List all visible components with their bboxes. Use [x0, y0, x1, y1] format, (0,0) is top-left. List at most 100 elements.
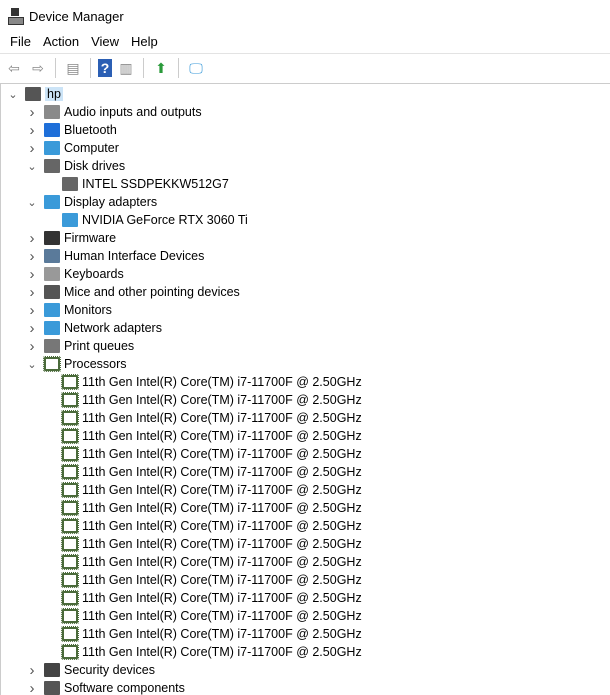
toolbar-divider [90, 58, 91, 78]
tree-device[interactable]: 11th Gen Intel(R) Core(TM) i7-11700F @ 2… [44, 571, 362, 589]
tree-item-label: 11th Gen Intel(R) Core(TM) i7-11700F @ 2… [82, 447, 362, 461]
tree-device[interactable]: 11th Gen Intel(R) Core(TM) i7-11700F @ 2… [44, 499, 362, 517]
scan-hardware-icon[interactable]: 🖵 [186, 58, 206, 78]
speaker-icon [44, 105, 60, 119]
tree-category[interactable]: ⌄ Disk drives [26, 157, 125, 175]
tree-item-label: Computer [64, 141, 119, 155]
tree-item-label: Security devices [64, 663, 156, 677]
tree-category[interactable]: ⌄ Processors [26, 355, 127, 373]
network-icon [44, 321, 60, 335]
tree-device[interactable]: 11th Gen Intel(R) Core(TM) i7-11700F @ 2… [44, 427, 362, 445]
disk-drive-icon [44, 159, 60, 173]
tree-item-label: Audio inputs and outputs [64, 105, 202, 119]
processor-icon [61, 518, 79, 534]
tree-item-label: 11th Gen Intel(R) Core(TM) i7-11700F @ 2… [82, 483, 362, 497]
tree-category[interactable]: › Network adapters [26, 319, 162, 337]
tree-device[interactable]: 11th Gen Intel(R) Core(TM) i7-11700F @ 2… [44, 589, 362, 607]
tree-category[interactable]: ⌄ Display adapters [26, 193, 157, 211]
collapse-chevron-icon[interactable]: ⌄ [26, 358, 38, 371]
tree-item-label: NVIDIA GeForce RTX 3060 Ti [82, 213, 248, 227]
tree-category[interactable]: › Mice and other pointing devices [26, 283, 240, 301]
menu-view[interactable]: View [85, 32, 125, 52]
tree-item-label: Monitors [64, 303, 112, 317]
expand-chevron-icon[interactable]: › [26, 230, 38, 247]
collapse-chevron-icon[interactable]: ⌄ [26, 160, 38, 173]
tree-device[interactable]: 11th Gen Intel(R) Core(TM) i7-11700F @ 2… [44, 535, 362, 553]
tree-category[interactable]: › Keyboards [26, 265, 124, 283]
properties-icon[interactable]: ▥ [116, 58, 136, 78]
processor-icon [61, 446, 79, 462]
menu-action[interactable]: Action [37, 32, 85, 52]
back-icon[interactable]: ⇦ [4, 58, 24, 78]
show-hide-console-tree-icon[interactable]: ▤ [63, 58, 83, 78]
menu-file[interactable]: File [4, 32, 37, 52]
expand-chevron-icon[interactable]: › [26, 122, 38, 139]
expand-chevron-icon[interactable]: › [26, 140, 38, 157]
expand-chevron-icon[interactable]: › [26, 320, 38, 337]
tree-item-label: Print queues [64, 339, 135, 353]
expand-chevron-icon[interactable]: › [26, 266, 38, 283]
display-adapter-icon [44, 195, 60, 209]
tree-category[interactable]: › Firmware [26, 229, 117, 247]
tree-device[interactable]: 11th Gen Intel(R) Core(TM) i7-11700F @ 2… [44, 373, 362, 391]
processor-icon [61, 536, 79, 552]
menu-help[interactable]: Help [125, 32, 164, 52]
processor-icon [61, 410, 79, 426]
tree-item-label: Mice and other pointing devices [64, 285, 240, 299]
tree-item-label: 11th Gen Intel(R) Core(TM) i7-11700F @ 2… [82, 537, 362, 551]
tree-category[interactable]: › Security devices [26, 661, 156, 679]
tree-device[interactable]: 11th Gen Intel(R) Core(TM) i7-11700F @ 2… [44, 517, 362, 535]
tree-device[interactable]: 11th Gen Intel(R) Core(TM) i7-11700F @ 2… [44, 391, 362, 409]
monitor-icon [44, 303, 60, 317]
toolbar-divider [55, 58, 56, 78]
tree-item-label: Display adapters [64, 195, 158, 209]
computer-icon [44, 141, 60, 155]
expand-chevron-icon[interactable]: › [26, 302, 38, 319]
processor-icon [61, 608, 79, 624]
tree-item-label: 11th Gen Intel(R) Core(TM) i7-11700F @ 2… [82, 375, 362, 389]
tree-category[interactable]: › Human Interface Devices [26, 247, 205, 265]
expand-chevron-icon[interactable]: › [26, 662, 38, 679]
tree-device[interactable]: NVIDIA GeForce RTX 3060 Ti [44, 211, 248, 229]
tree-device[interactable]: 11th Gen Intel(R) Core(TM) i7-11700F @ 2… [44, 463, 362, 481]
tree-device[interactable]: 11th Gen Intel(R) Core(TM) i7-11700F @ 2… [44, 553, 362, 571]
tree-category[interactable]: › Monitors [26, 301, 112, 319]
tree-device[interactable]: 11th Gen Intel(R) Core(TM) i7-11700F @ 2… [44, 481, 362, 499]
tree-item-label: 11th Gen Intel(R) Core(TM) i7-11700F @ 2… [82, 411, 362, 425]
display-adapter-icon [62, 213, 78, 227]
update-driver-icon[interactable]: ⬆ [151, 58, 171, 78]
tree-device[interactable]: 11th Gen Intel(R) Core(TM) i7-11700F @ 2… [44, 409, 362, 427]
device-tree[interactable]: ⌄ hp › Audio inputs and outputs › Bluetooth › C… [0, 83, 610, 695]
tree-device[interactable]: INTEL SSDPEKKW512G7 [44, 175, 229, 193]
collapse-chevron-icon[interactable]: ⌄ [7, 88, 19, 101]
processor-icon [61, 374, 79, 390]
collapse-chevron-icon[interactable]: ⌄ [26, 196, 38, 209]
tree-category[interactable]: › Bluetooth [26, 121, 117, 139]
tree-category[interactable]: › Print queues [26, 337, 135, 355]
expand-chevron-icon[interactable]: › [26, 338, 38, 355]
processor-icon [61, 554, 79, 570]
expand-chevron-icon[interactable]: › [26, 248, 38, 265]
expand-chevron-icon[interactable]: › [26, 104, 38, 121]
tree-device[interactable]: 11th Gen Intel(R) Core(TM) i7-11700F @ 2… [44, 445, 362, 463]
tree-device[interactable]: 11th Gen Intel(R) Core(TM) i7-11700F @ 2… [44, 643, 362, 661]
tree-item-label: 11th Gen Intel(R) Core(TM) i7-11700F @ 2… [82, 627, 362, 641]
device-manager-icon [8, 8, 24, 25]
tree-item-label: 11th Gen Intel(R) Core(TM) i7-11700F @ 2… [82, 555, 362, 569]
forward-icon[interactable]: ⇨ [28, 58, 48, 78]
processor-icon [61, 590, 79, 606]
tree-category[interactable]: › Computer [26, 139, 119, 157]
tree-item-label: 11th Gen Intel(R) Core(TM) i7-11700F @ 2… [82, 591, 362, 605]
tree-item-label: hp [45, 87, 63, 101]
tree-item-label: Disk drives [64, 159, 126, 173]
tree-device[interactable]: 11th Gen Intel(R) Core(TM) i7-11700F @ 2… [44, 625, 362, 643]
tree-category[interactable]: › Software components [26, 679, 185, 695]
tree-category[interactable]: › Audio inputs and outputs [26, 103, 202, 121]
expand-chevron-icon[interactable]: › [26, 284, 38, 301]
help-icon[interactable]: ? [98, 59, 112, 77]
tree-item-label: 11th Gen Intel(R) Core(TM) i7-11700F @ 2… [82, 519, 362, 533]
expand-chevron-icon[interactable]: › [26, 680, 38, 695]
tree-item-label: 11th Gen Intel(R) Core(TM) i7-11700F @ 2… [82, 609, 362, 623]
tree-root-hp[interactable]: ⌄ hp [7, 85, 63, 103]
tree-device[interactable]: 11th Gen Intel(R) Core(TM) i7-11700F @ 2… [44, 607, 362, 625]
